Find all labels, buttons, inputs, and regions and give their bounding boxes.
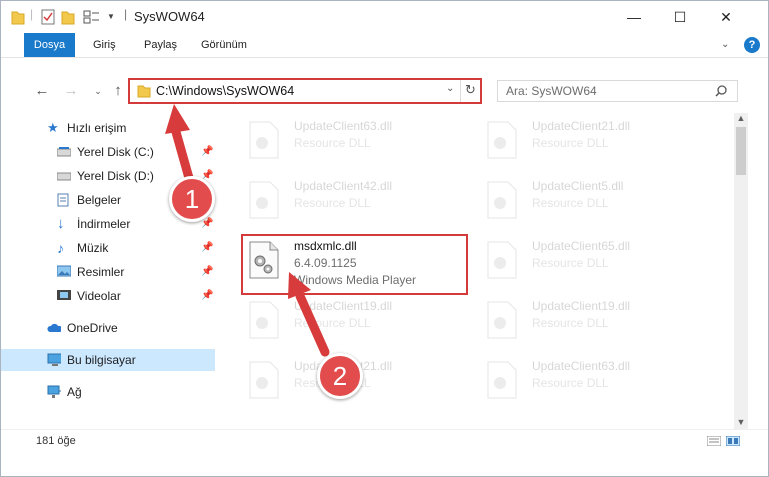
step-1-callout: 1 <box>169 176 215 222</box>
step-2-callout: 2 <box>317 353 363 399</box>
annotation-arrows <box>165 104 330 357</box>
